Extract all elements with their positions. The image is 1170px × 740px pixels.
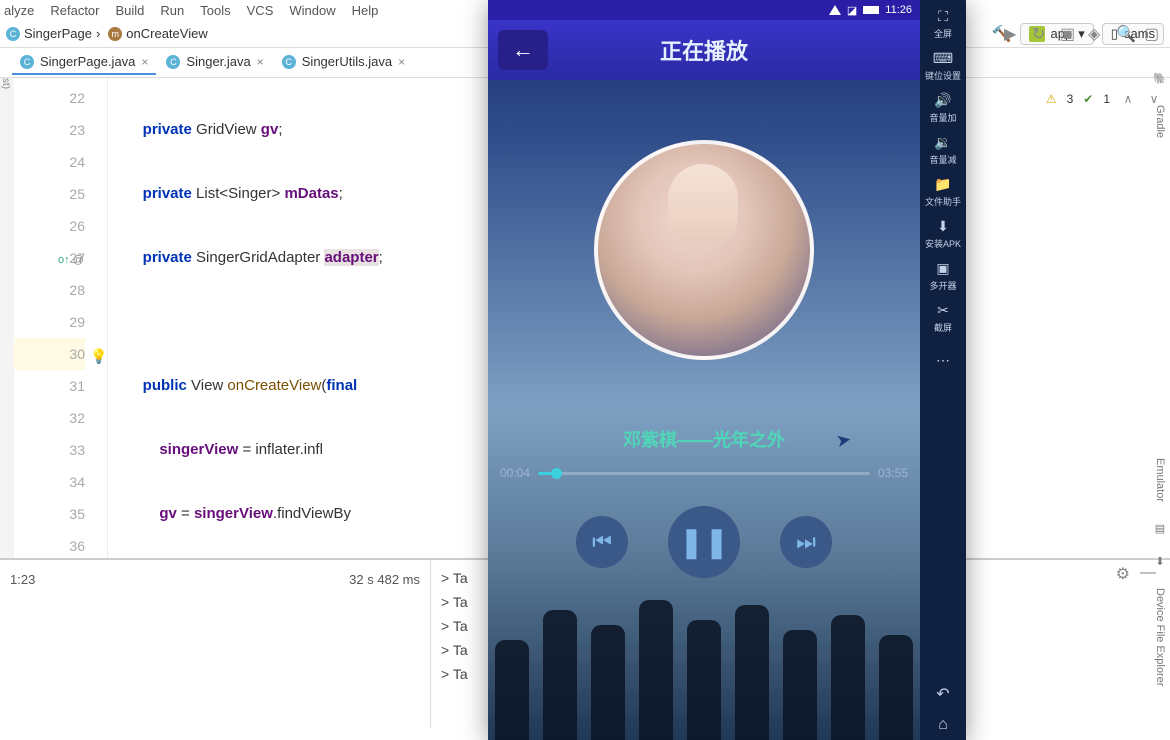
phone-screen: ◪ 11:26 ← 正在播放 邓紫棋——光年之外 00:04 03:55 ⏮: [488, 0, 920, 740]
crowd-silhouette: [488, 580, 920, 740]
progress-track[interactable]: [538, 472, 870, 475]
time-elapsed: 00:04: [500, 466, 530, 480]
run-icon[interactable]: ▶: [1004, 24, 1022, 42]
close-icon[interactable]: ×: [257, 55, 264, 69]
updates-icon[interactable]: ↻: [1032, 24, 1050, 42]
phone-title: 正在播放: [488, 34, 920, 66]
song-title: 邓紫棋——光年之外: [488, 420, 920, 466]
caret-position: 1:23: [10, 572, 35, 716]
emu-more-button[interactable]: ⋯: [922, 340, 964, 380]
gradle-icon[interactable]: 🐘: [1153, 72, 1167, 85]
device-file-explorer-tab[interactable]: Device File Explorer: [1154, 588, 1166, 686]
progress-bar: 00:04 03:55: [488, 466, 920, 480]
class-icon: C: [282, 55, 296, 69]
class-icon: C: [6, 27, 20, 41]
method-icon: m: [108, 27, 122, 41]
top-right-toolbar: ▶ ↻ ▣ ◈ 🔍 ▢: [1004, 24, 1162, 42]
album-art-zone: [488, 80, 920, 420]
line-gutter[interactable]: 222324252627o↑ @282930💡313233343536: [14, 78, 108, 558]
phone-title-bar: ← 正在播放: [488, 20, 920, 80]
emu-install-apk-button[interactable]: ⬇安装APK: [922, 214, 964, 254]
emu-multi-instance-button[interactable]: ▣多开器: [922, 256, 964, 296]
progress-thumb[interactable]: [551, 468, 562, 479]
breadcrumb-method-label: onCreateView: [126, 26, 207, 41]
breadcrumb-method[interactable]: m onCreateView: [108, 26, 207, 41]
status-time: 11:26: [885, 4, 912, 16]
tab-singerutils[interactable]: C SingerUtils.java ×: [274, 50, 413, 75]
next-button[interactable]: ⏭: [780, 516, 832, 568]
class-icon: C: [20, 55, 34, 69]
debug-icon[interactable]: ▣: [1060, 24, 1078, 42]
phone-status-bar: ◪ 11:26: [488, 0, 920, 20]
pause-button[interactable]: ❚❚: [668, 506, 740, 578]
close-icon[interactable]: ×: [141, 55, 148, 69]
battery-icon: [863, 6, 879, 14]
menu-item[interactable]: Refactor: [50, 3, 99, 18]
emu-screenshot-button[interactable]: ✂截屏: [922, 298, 964, 338]
menu-item[interactable]: Help: [352, 3, 379, 18]
menu-item[interactable]: Tools: [200, 3, 230, 18]
download-icon[interactable]: ⬇: [1155, 555, 1164, 568]
player-controls: ⏮ ❚❚ ⏭: [488, 506, 920, 578]
search-icon[interactable]: 🔍: [1116, 24, 1134, 42]
tab-label: Singer.java: [186, 54, 250, 69]
menu-item[interactable]: alyze: [4, 3, 34, 18]
emu-home-icon[interactable]: ⌂: [938, 716, 948, 734]
gear-icon[interactable]: ⚙: [1116, 564, 1130, 584]
tab-label: SingerPage.java: [40, 54, 135, 69]
tab-singer[interactable]: C Singer.java ×: [158, 50, 271, 75]
back-button[interactable]: ←: [498, 30, 548, 70]
menu-item[interactable]: Run: [160, 3, 184, 18]
menu-item[interactable]: Build: [116, 3, 145, 18]
menu-item[interactable]: Window: [289, 3, 335, 18]
signal-icon: ◪: [847, 4, 857, 17]
previous-button[interactable]: ⏮: [576, 516, 628, 568]
chevron-right-icon: ›: [96, 26, 100, 41]
build-elapsed: 32 s 482 ms: [349, 572, 420, 716]
close-icon[interactable]: ×: [398, 55, 405, 69]
emu-file-helper-button[interactable]: 📁文件助手: [922, 172, 964, 212]
class-icon: C: [166, 55, 180, 69]
tab-label: SingerUtils.java: [302, 54, 392, 69]
ide-right-toolbar: 🐘 Gradle Emulator ▤ ⬇ Device File Explor…: [1150, 72, 1170, 732]
wifi-icon: [829, 5, 841, 15]
emu-keymap-button[interactable]: ⌨键位设置: [922, 46, 964, 86]
user-icon[interactable]: ▢: [1144, 24, 1162, 42]
layers-icon[interactable]: ▤: [1155, 522, 1165, 535]
profile-icon[interactable]: ◈: [1088, 24, 1106, 42]
gradle-tab[interactable]: Gradle: [1154, 105, 1166, 138]
emu-volume-up-button[interactable]: 🔊音量加: [922, 88, 964, 128]
time-duration: 03:55: [878, 466, 908, 480]
left-tool-strip[interactable]: st): [0, 78, 14, 558]
tab-singerpage[interactable]: C SingerPage.java ×: [12, 50, 156, 75]
emu-volume-down-button[interactable]: 🔉音量减: [922, 130, 964, 170]
emu-back-icon[interactable]: ↶: [936, 684, 949, 704]
breadcrumb-file[interactable]: C SingerPage ›: [6, 26, 100, 41]
menu-item[interactable]: VCS: [247, 3, 274, 18]
emulator-tab[interactable]: Emulator: [1154, 458, 1166, 502]
emu-fullscreen-button[interactable]: ⛶全屏: [922, 4, 964, 44]
emulator-window: ◪ 11:26 ← 正在播放 邓紫棋——光年之外 00:04 03:55 ⏮: [488, 0, 966, 740]
emulator-toolbar: ⛶全屏 ⌨键位设置 🔊音量加 🔉音量减 📁文件助手 ⬇安装APK ▣多开器 ✂截…: [920, 0, 966, 740]
album-art: [594, 140, 814, 360]
breadcrumb-file-label: SingerPage: [24, 26, 92, 41]
